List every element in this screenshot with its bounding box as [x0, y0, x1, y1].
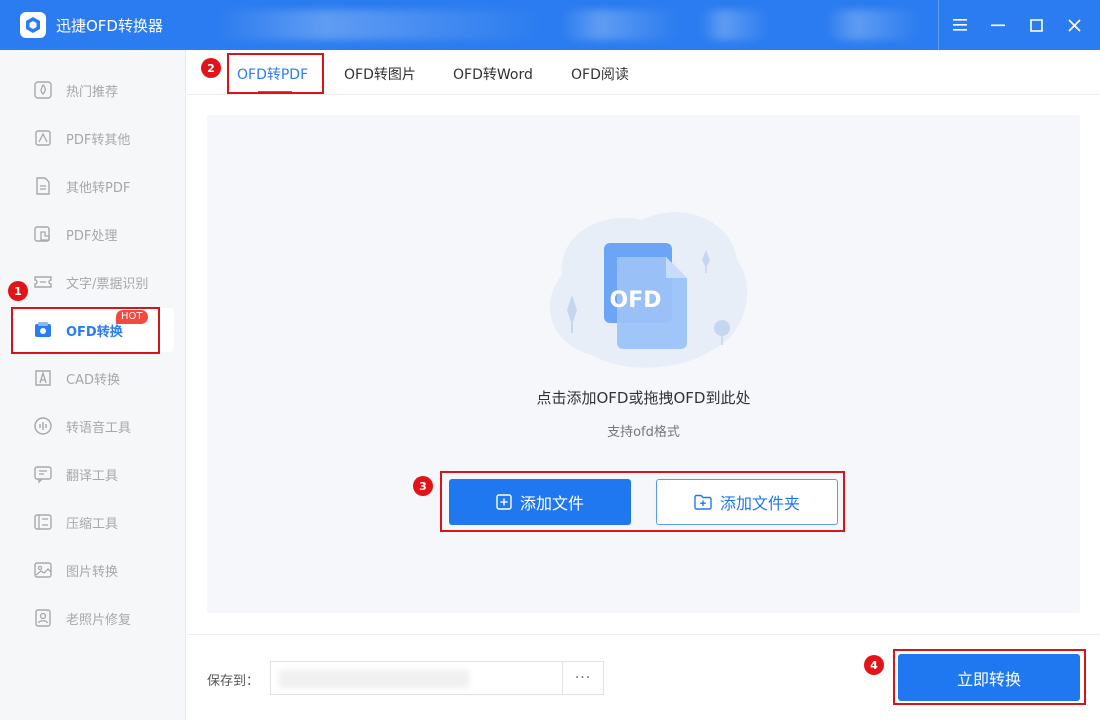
annotation-box-1 [11, 307, 160, 354]
sidebar-item-label: 转语音工具 [66, 421, 132, 436]
image-icon [32, 559, 54, 581]
maximize-icon [1029, 18, 1043, 32]
tab-ofd-read[interactable]: OFD阅读 [571, 64, 629, 84]
sidebar-item-label: 翻译工具 [66, 469, 119, 484]
app-title: 迅捷OFD转换器 [56, 17, 163, 35]
sidebar-item-hot-recommend[interactable]: 热门推荐 [12, 68, 174, 112]
maximize-button[interactable] [1022, 11, 1050, 39]
drop-main-text: 点击添加OFD或拖拽OFD到此处 [536, 389, 751, 407]
titlebar-separator [938, 0, 939, 50]
sidebar-item-label: 热门推荐 [66, 85, 119, 100]
blurred-region [560, 10, 680, 40]
sidebar-item-compress[interactable]: 压缩工具 [12, 500, 174, 544]
annotation-number-2: 2 [201, 58, 221, 78]
sidebar-item-image-convert[interactable]: 图片转换 [12, 548, 174, 592]
blurred-region [825, 10, 920, 40]
sidebar-item-voice[interactable]: 转语音工具 [12, 404, 174, 448]
compress-icon [32, 511, 54, 533]
close-button[interactable] [1060, 11, 1088, 39]
close-icon [1067, 18, 1081, 32]
title-bar: 迅捷OFD转换器 [0, 0, 1100, 50]
sidebar-item-pdf-process[interactable]: PDF处理 [12, 212, 174, 256]
to-pdf-icon [32, 175, 54, 197]
app-logo-icon [20, 12, 46, 38]
hot-recommend-icon [32, 79, 54, 101]
sidebar-item-cad-convert[interactable]: CAD转换 [12, 356, 174, 400]
sidebar-item-label: PDF处理 [66, 229, 118, 244]
save-to-label: 保存到： [207, 674, 260, 689]
menu-button[interactable] [946, 11, 974, 39]
sidebar-item-other-to-pdf[interactable]: 其他转PDF [12, 164, 174, 208]
sidebar-item-label: 压缩工具 [66, 517, 119, 532]
blurred-region [700, 10, 770, 40]
minimize-icon [991, 24, 1005, 27]
photo-restore-icon [32, 607, 54, 629]
ofd-illustration-label: OFD [609, 288, 662, 313]
tab-ofd-to-image[interactable]: OFD转图片 [344, 64, 416, 84]
annotation-box-2 [227, 53, 324, 94]
voice-icon [32, 415, 54, 437]
annotation-number-1: 1 [8, 281, 28, 301]
ocr-icon [32, 271, 54, 293]
pdf-convert-icon [32, 127, 54, 149]
annotation-number-4: 4 [864, 655, 884, 675]
sidebar-item-label: CAD转换 [66, 373, 120, 388]
blurred-region [215, 10, 545, 40]
drop-sub-text: 支持ofd格式 [607, 425, 680, 440]
browse-folder-button[interactable]: ··· [562, 661, 604, 695]
file-drop-area[interactable]: OFD 点击添加OFD或拖拽OFD到此处 支持ofd格式 [207, 115, 1080, 613]
annotation-box-4 [893, 649, 1086, 705]
sidebar-item-ocr[interactable]: 文字/票据识别 [12, 260, 174, 304]
sidebar-item-label: 其他转PDF [66, 181, 131, 196]
menu-icon [953, 19, 967, 31]
annotation-box-3 [440, 471, 845, 532]
sidebar-item-pdf-to-other[interactable]: PDF转其他 [12, 116, 174, 160]
sidebar-item-label: PDF转其他 [66, 133, 131, 148]
sidebar-item-photo-restore[interactable]: 老照片修复 [12, 596, 174, 640]
sidebar-item-translate[interactable]: 翻译工具 [12, 452, 174, 496]
translate-icon [32, 463, 54, 485]
sidebar: 热门推荐 PDF转其他 其他转PDF PDF处理 文字/票据识别 OFD转换 H… [0, 50, 186, 720]
tab-ofd-to-word[interactable]: OFD转Word [453, 64, 533, 84]
sidebar-item-label: 文字/票据识别 [66, 277, 149, 292]
save-path-input[interactable] [270, 661, 562, 695]
minimize-button[interactable] [984, 11, 1012, 39]
pdf-process-icon [32, 223, 54, 245]
blurred-path [279, 670, 469, 688]
cad-icon [32, 367, 54, 389]
annotation-number-3: 3 [413, 476, 433, 496]
sidebar-item-label: 图片转换 [66, 565, 119, 580]
sidebar-item-label: 老照片修复 [66, 613, 132, 628]
